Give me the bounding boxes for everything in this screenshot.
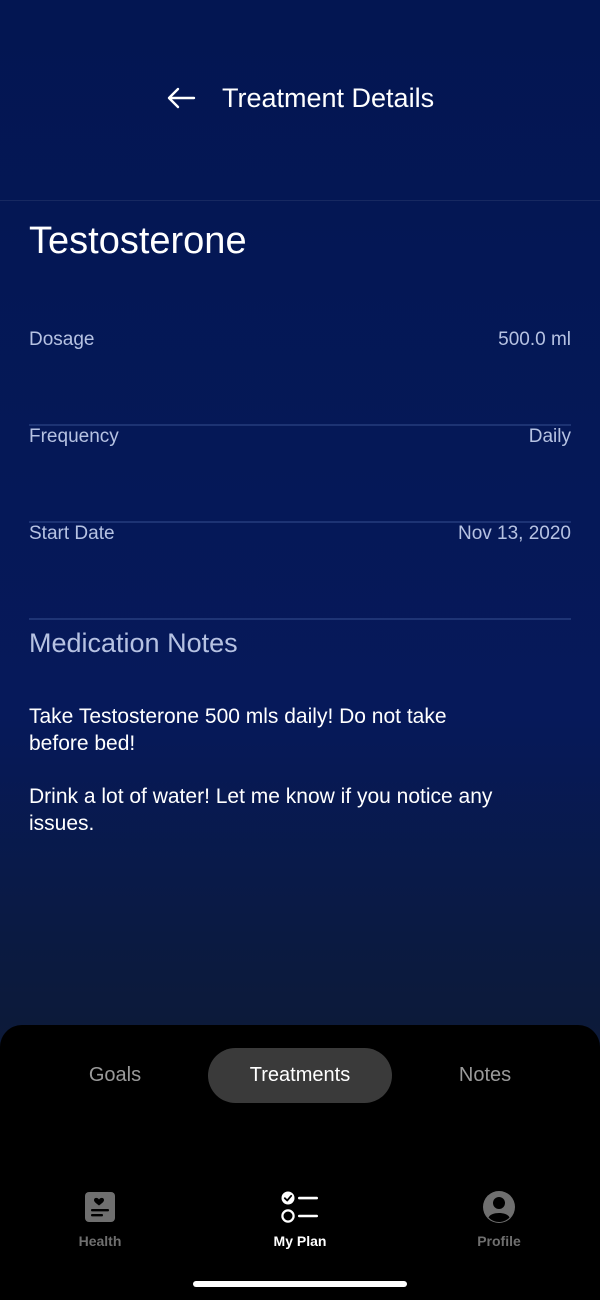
tab-notes[interactable]: Notes [410, 1048, 560, 1103]
nav-item-health[interactable]: Health [40, 1190, 160, 1249]
health-record-icon [85, 1192, 115, 1222]
home-indicator[interactable] [193, 1281, 407, 1287]
detail-label: Start Date [29, 523, 115, 544]
detail-value: Nov 13, 2020 [457, 523, 571, 544]
detail-value: 500.0 ml [498, 329, 571, 350]
nav-item-profile[interactable]: Profile [439, 1190, 559, 1249]
detail-label: Dosage [29, 329, 95, 350]
detail-label: Frequency [29, 426, 119, 447]
detail-row-start-date: Start Date Nov 13, 2020 [29, 522, 571, 620]
detail-row-frequency: Frequency Daily [29, 425, 571, 523]
nav-label-health: Health [78, 1233, 122, 1249]
note-paragraph: Drink a lot of water! Let me know if you… [29, 785, 493, 835]
back-button[interactable] [163, 80, 199, 116]
header-bar: Treatment Details [0, 0, 600, 201]
person-icon [483, 1191, 515, 1223]
note-paragraph: Take Testosterone 500 mls daily! Do not … [29, 705, 447, 755]
tab-goals[interactable]: Goals [40, 1048, 190, 1103]
nav-item-my-plan[interactable]: My Plan [240, 1190, 360, 1249]
detail-value: Daily [528, 426, 571, 447]
page-title: Treatment Details [222, 83, 435, 113]
tab-treatments[interactable]: Treatments [208, 1048, 392, 1103]
notes-heading: Medication Notes [29, 628, 238, 658]
nav-label-my-plan: My Plan [273, 1233, 327, 1249]
nav-label-profile: Profile [477, 1233, 521, 1249]
arrow-left-icon [167, 87, 196, 109]
medication-name: Testosterone [29, 220, 247, 262]
detail-row-dosage: Dosage 500.0 ml [29, 328, 571, 426]
checklist-icon [281, 1191, 318, 1223]
